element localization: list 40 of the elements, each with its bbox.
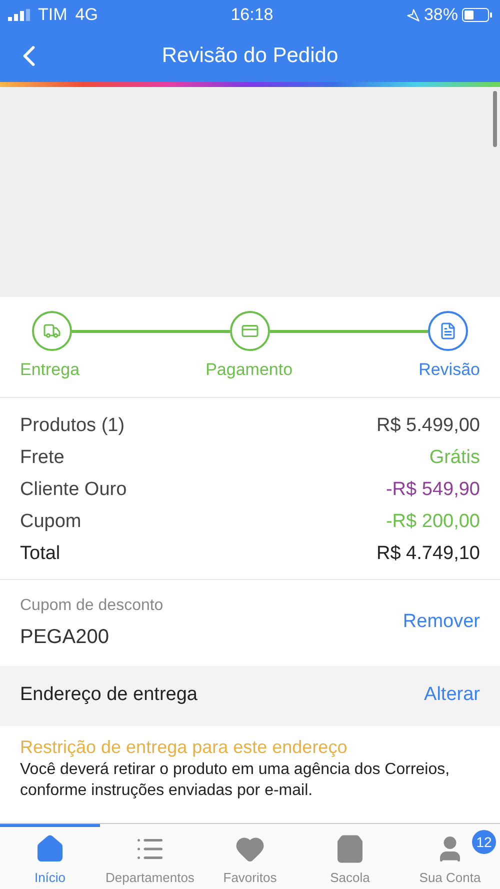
coupon-label: Cupom de desconto — [20, 596, 164, 616]
tab-item[interactable]: Início — [0, 824, 100, 889]
home-icon — [35, 834, 65, 864]
summary-value: R$ 4.749,10 — [376, 542, 480, 564]
card-icon — [241, 322, 259, 340]
summary-label: Cupom — [20, 510, 82, 532]
notification-badge: 12 — [472, 830, 496, 854]
tab-item[interactable]: Sua Conta 12 — [400, 824, 500, 889]
summary-value: -R$ 549,90 — [386, 478, 480, 500]
warning-title: Restrição de entrega para este endereço — [20, 736, 348, 758]
step-label[interactable]: Revisão — [418, 357, 480, 382]
summary-label: Total — [20, 542, 60, 564]
change-address-link[interactable]: Alterar — [424, 681, 480, 710]
battery-icon — [462, 8, 492, 22]
scrollbar — [493, 91, 497, 147]
document-icon — [439, 322, 457, 340]
remove-coupon-link[interactable]: Remover — [402, 608, 480, 637]
address-title: Endereço de entrega — [20, 683, 198, 708]
summary-value: -R$ 200,00 — [386, 510, 480, 532]
tab-item[interactable]: Sacola — [300, 824, 400, 889]
tab-item[interactable]: Departamentos — [100, 824, 200, 889]
location-icon — [406, 8, 420, 22]
clock-text: 16:18 — [230, 4, 274, 26]
page-title: Revisão do Pedido — [162, 43, 338, 70]
step-label[interactable]: Entrega — [20, 357, 80, 382]
carrier-text: TIM — [38, 4, 68, 26]
network-text: 4G — [75, 4, 98, 26]
summary-label: Frete — [20, 446, 64, 468]
truck-icon — [43, 322, 61, 340]
summary-label: Produtos (1) — [20, 414, 125, 436]
warning-text: Você deverá retirar o produto em uma agência dos Correios, conforme instruções enviadas por e-mail. — [20, 760, 450, 800]
step-label[interactable]: Pagamento — [206, 357, 293, 382]
battery-text: 38% — [424, 4, 458, 26]
tab-item[interactable]: Favoritos — [200, 824, 300, 889]
summary-value: R$ 5.499,00 — [376, 414, 480, 436]
bag-icon — [335, 834, 365, 864]
coupon-code: PEGA200 — [20, 624, 110, 650]
signal-icon — [8, 9, 30, 21]
summary-label: Cliente Ouro — [20, 478, 127, 500]
summary-value: Grátis — [429, 446, 480, 468]
